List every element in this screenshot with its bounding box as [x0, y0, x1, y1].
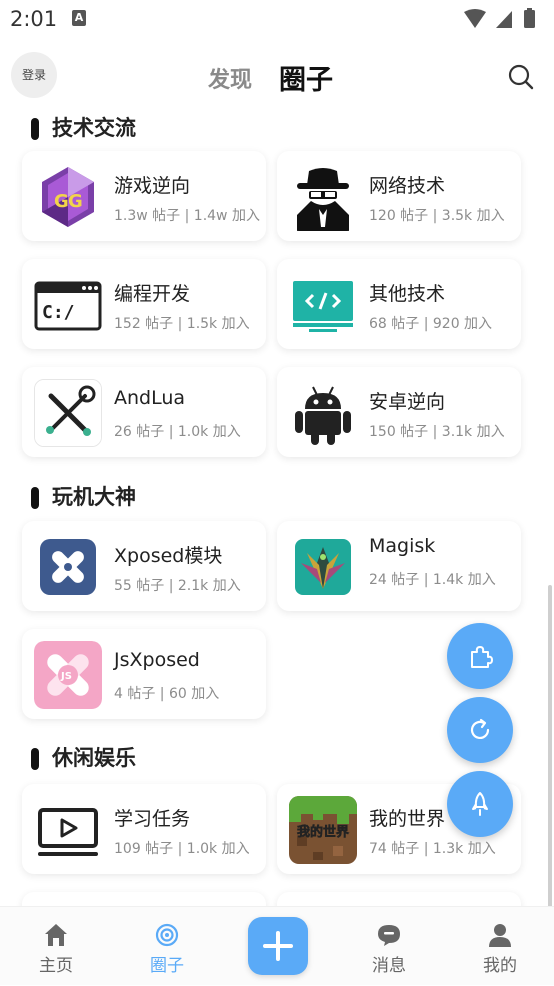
tools-icon — [34, 379, 102, 447]
circle-card-game-reverse[interactable]: G G 游戏逆向 1.3w 帖子 | 1.4w 加入 — [22, 151, 266, 241]
circle-name: JsXposed — [114, 649, 200, 671]
jsxposed-icon: JS — [34, 641, 102, 709]
minecraft-logo-text: 我的世界 — [297, 824, 349, 840]
circle-stats: 152 帖子 | 1.5k 加入 — [114, 316, 250, 332]
section-marker — [31, 487, 39, 509]
circle-name: AndLua — [114, 387, 186, 409]
svg-text:C:/: C:/ — [42, 302, 75, 323]
video-icon — [34, 796, 102, 864]
nav-mine-label: 我的 — [483, 956, 517, 976]
svg-text:G: G — [68, 191, 83, 212]
section-title: 休闲娱乐 — [52, 746, 136, 770]
nav-messages[interactable]: 消息 — [349, 907, 429, 986]
section-marker — [31, 748, 39, 770]
add-post-button[interactable] — [248, 917, 308, 975]
android-icon — [289, 379, 357, 447]
section-marker — [31, 118, 39, 140]
puzzle-icon — [471, 646, 493, 668]
circle-card-jsxposed[interactable]: JS JsXposed 4 帖子 | 60 加入 — [22, 629, 266, 719]
refresh-fab-button[interactable] — [447, 697, 513, 763]
circle-name: Xposed模块 — [114, 545, 223, 567]
nav-circle[interactable]: 圈子 — [127, 907, 207, 986]
nav-home-label: 主页 — [39, 956, 73, 976]
svg-text:G: G — [54, 191, 69, 212]
circle-stats: 4 帖子 | 60 加入 — [114, 686, 220, 702]
circle-stats: 68 帖子 | 920 加入 — [369, 316, 493, 332]
hacker-icon — [289, 163, 357, 231]
gameguardian-icon: G G — [34, 163, 102, 231]
circle-card-magisk[interactable]: Magisk 24 帖子 | 1.4k 加入 — [277, 521, 521, 611]
scrollbar[interactable] — [548, 585, 552, 955]
nav-home[interactable]: 主页 — [16, 907, 96, 986]
circle-card-xposed[interactable]: Xposed模块 55 帖子 | 2.1k 加入 — [22, 521, 266, 611]
tab-discover[interactable]: 发现 — [208, 62, 252, 94]
circle-card-study[interactable]: 学习任务 109 帖子 | 1.0k 加入 — [22, 784, 266, 874]
circle-stats: 120 帖子 | 3.5k 加入 — [369, 208, 505, 224]
circle-stats: 55 帖子 | 2.1k 加入 — [114, 578, 241, 594]
nav-circle-label: 圈子 — [150, 956, 184, 976]
message-icon — [378, 925, 400, 946]
circle-card-partial[interactable] — [277, 892, 521, 906]
terminal-icon: C:/ — [34, 271, 102, 339]
plus-icon — [263, 931, 293, 961]
circle-name: 其他技术 — [369, 283, 446, 305]
circle-stats: 109 帖子 | 1.0k 加入 — [114, 841, 250, 857]
home-icon — [45, 924, 67, 946]
circle-card-partial[interactable] — [22, 892, 266, 906]
circle-nav-icon — [155, 923, 179, 947]
circle-card-other-tech[interactable]: 其他技术 68 帖子 | 920 加入 — [277, 259, 521, 349]
search-icon[interactable] — [508, 64, 534, 90]
minecraft-icon: 我的世界 — [289, 796, 357, 864]
circle-name: 安卓逆向 — [369, 391, 446, 413]
code-monitor-icon — [289, 271, 357, 339]
circle-name: 我的世界 — [369, 808, 446, 830]
section-title: 玩机大神 — [52, 485, 136, 509]
bottom-nav: 主页 圈子 消息 我的 — [0, 906, 554, 985]
circle-card-andlua[interactable]: AndLua 26 帖子 | 1.0k 加入 — [22, 367, 266, 457]
nav-mine[interactable]: 我的 — [460, 907, 540, 986]
circle-stats: 150 帖子 | 3.1k 加入 — [369, 424, 505, 440]
circle-stats: 74 帖子 | 1.3k 加入 — [369, 841, 496, 857]
circle-card-programming[interactable]: C:/ 编程开发 152 帖子 | 1.5k 加入 — [22, 259, 266, 349]
status-bar: 2:01 A — [0, 0, 554, 40]
top-bar: 登录 发现 圈子 — [0, 40, 554, 106]
login-button[interactable]: 登录 — [11, 52, 57, 98]
circle-name: 网络技术 — [369, 175, 446, 197]
svg-text:JS: JS — [60, 671, 72, 682]
tab-circle[interactable]: 圈子 — [279, 58, 333, 97]
rocket-icon — [472, 792, 488, 816]
refresh-icon — [470, 718, 490, 739]
signal-battery-icons — [464, 8, 535, 28]
circle-name: 游戏逆向 — [114, 175, 191, 197]
status-time: 2:01 — [10, 7, 58, 31]
circle-name: 编程开发 — [114, 283, 191, 305]
user-icon — [489, 924, 511, 947]
circle-stats: 24 帖子 | 1.4k 加入 — [369, 572, 496, 588]
notification-icon: A — [72, 10, 86, 26]
circle-stats: 1.3w 帖子 | 1.4w 加入 — [114, 208, 260, 224]
plugin-fab-button[interactable] — [447, 623, 513, 689]
magisk-icon — [289, 533, 357, 601]
circle-name: 学习任务 — [114, 808, 191, 830]
circle-card-network[interactable]: 网络技术 120 帖子 | 3.5k 加入 — [277, 151, 521, 241]
section-title: 技术交流 — [52, 116, 136, 140]
rocket-fab-button[interactable] — [447, 771, 513, 837]
nav-messages-label: 消息 — [372, 956, 406, 976]
circle-card-android-reverse[interactable]: 安卓逆向 150 帖子 | 3.1k 加入 — [277, 367, 521, 457]
circle-stats: 26 帖子 | 1.0k 加入 — [114, 424, 241, 440]
circle-name: Magisk — [369, 535, 436, 557]
xposed-icon — [34, 533, 102, 601]
